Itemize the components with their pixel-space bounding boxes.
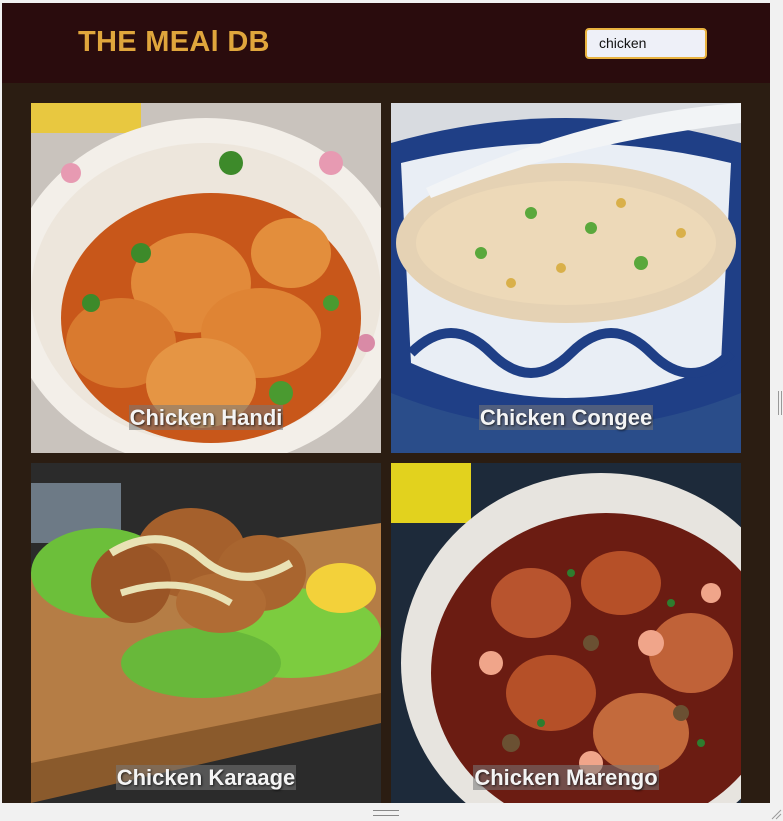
- header: THE MEAl DB: [2, 3, 770, 83]
- meal-card-chicken-congee[interactable]: Chicken Congee: [391, 103, 741, 453]
- meal-name: Chicken Congee: [478, 405, 654, 430]
- chicken-karaage-photo: [31, 463, 381, 803]
- search-input[interactable]: [585, 28, 707, 59]
- site-logo-title[interactable]: THE MEAl DB: [78, 26, 270, 59]
- meal-card-chicken-karaage[interactable]: Chicken Karaage: [31, 463, 381, 803]
- meal-card-chicken-handi[interactable]: Chicken Handi: [31, 103, 381, 453]
- meal-card-chicken-marengo[interactable]: Chicken Marengo: [391, 463, 741, 803]
- bottom-resize-handle[interactable]: [373, 810, 399, 816]
- side-resize-handle[interactable]: [778, 391, 782, 415]
- meal-grid: Chicken Handi Chicken Congee Chicken Kar…: [31, 103, 741, 803]
- meal-name: Chicken Marengo: [473, 765, 659, 790]
- chicken-marengo-photo: [391, 463, 741, 803]
- chicken-congee-photo: [391, 103, 741, 453]
- app-window: THE MEAl DB chicken Chicken Handi Chicke…: [2, 3, 770, 803]
- chicken-handi-photo: [31, 103, 381, 453]
- meal-name: Chicken Karaage: [115, 765, 297, 790]
- meal-name: Chicken Handi: [128, 405, 284, 430]
- corner-resize-icon[interactable]: [770, 808, 782, 820]
